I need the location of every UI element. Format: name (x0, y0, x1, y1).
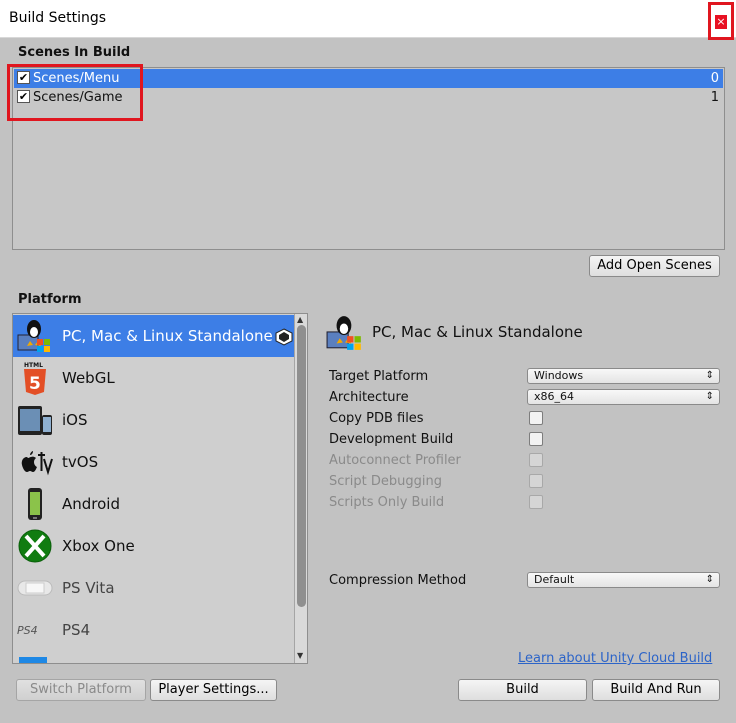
ps4-logo-text: PS4 (17, 624, 38, 637)
platform-detail-title: PC, Mac & Linux Standalone (372, 323, 583, 341)
platform-label: iOS (62, 411, 88, 429)
window-title: Build Settings (9, 10, 107, 26)
platform-label: Android (62, 495, 120, 513)
apple-tv-icon (21, 451, 53, 476)
tux-pc-icon (17, 320, 50, 352)
android-phone-icon (28, 488, 42, 520)
platform-label: PC, Mac & Linux Standalone (62, 327, 273, 345)
scene-index: 1 (710, 90, 719, 105)
switch-platform-button[interactable]: Switch Platform (16, 679, 146, 701)
compression-method-select[interactable]: Default ⇕ (527, 572, 720, 588)
scene-index: 0 (710, 71, 719, 86)
platform-item-android[interactable]: Android (13, 483, 294, 525)
select-value: Windows (534, 369, 584, 382)
platform-label: PS Vita (62, 579, 115, 597)
ps4-icon: PS4 (17, 624, 38, 637)
target-platform-label: Target Platform (329, 369, 429, 384)
windows-store-icon (19, 657, 47, 663)
add-open-scenes-button[interactable]: Add Open Scenes (589, 255, 720, 277)
scenes-in-build-heading: Scenes In Build (18, 45, 131, 60)
copy-pdb-checkbox[interactable] (529, 411, 543, 425)
platform-label: PS4 (62, 621, 91, 639)
player-settings-button[interactable]: Player Settings... (150, 679, 277, 701)
development-build-checkbox[interactable] (529, 432, 543, 446)
target-platform-select[interactable]: Windows ⇕ (527, 368, 720, 384)
platform-label: tvOS (62, 453, 99, 471)
svg-text:HTML: HTML (24, 362, 43, 369)
architecture-select[interactable]: x86_64 ⇕ (527, 389, 720, 405)
tux-pc-icon (326, 316, 361, 350)
close-button[interactable]: × (708, 2, 734, 40)
build-and-run-button[interactable]: Build And Run (592, 679, 720, 701)
copy-pdb-label: Copy PDB files (329, 411, 424, 426)
platform-item-ps4[interactable]: PS4 PS4 (13, 609, 294, 651)
svg-text:5: 5 (29, 374, 41, 394)
platform-item-partial (13, 651, 294, 663)
xbox-icon (18, 529, 52, 563)
compression-method-label: Compression Method (329, 573, 467, 588)
scroll-up-arrow-icon[interactable]: ▲ (297, 315, 303, 324)
development-build-label: Development Build (329, 432, 454, 447)
unity-logo-icon (275, 328, 293, 346)
platform-label: WebGL (62, 369, 115, 387)
scripts-only-build-label: Scripts Only Build (329, 495, 445, 510)
scrollbar-thumb[interactable] (297, 325, 306, 607)
close-icon: × (715, 15, 727, 29)
platform-heading: Platform (18, 292, 82, 307)
scripts-only-build-checkbox (529, 495, 543, 509)
select-value: Default (534, 573, 575, 586)
platform-item-webgl[interactable]: HTML 5 WebGL (13, 357, 294, 399)
platform-item-standalone[interactable]: PC, Mac & Linux Standalone (13, 315, 294, 357)
platform-list[interactable]: PC, Mac & Linux Standalone HTML 5 WebGL … (12, 313, 308, 664)
dropdown-arrows-icon: ⇕ (705, 370, 714, 381)
dropdown-arrows-icon: ⇕ (705, 574, 714, 585)
autoconnect-profiler-label: Autoconnect Profiler (329, 453, 461, 468)
script-debugging-checkbox (529, 474, 543, 488)
autoconnect-profiler-checkbox (529, 453, 543, 467)
select-value: x86_64 (534, 390, 575, 403)
ps-vita-icon (17, 580, 53, 596)
scenes-highlight-annotation (7, 64, 143, 121)
build-button[interactable]: Build (458, 679, 587, 701)
html5-icon: HTML 5 (24, 362, 46, 395)
ios-devices-icon (18, 406, 52, 435)
script-debugging-label: Script Debugging (329, 474, 442, 489)
dropdown-arrows-icon: ⇕ (705, 391, 714, 402)
architecture-label: Architecture (329, 390, 409, 405)
platform-item-ps-vita[interactable]: PS Vita (13, 567, 294, 609)
title-bar: Build Settings × (0, 0, 736, 40)
platform-scrollbar[interactable]: ▲ ▼ (294, 314, 307, 663)
platform-item-tvos[interactable]: tvOS (13, 441, 294, 483)
scroll-down-arrow-icon[interactable]: ▼ (297, 651, 303, 660)
platform-item-xbox-one[interactable]: Xbox One (13, 525, 294, 567)
platform-label: Xbox One (62, 537, 135, 555)
platform-item-ios[interactable]: iOS (13, 399, 294, 441)
unity-cloud-build-link[interactable]: Learn about Unity Cloud Build (518, 651, 712, 666)
